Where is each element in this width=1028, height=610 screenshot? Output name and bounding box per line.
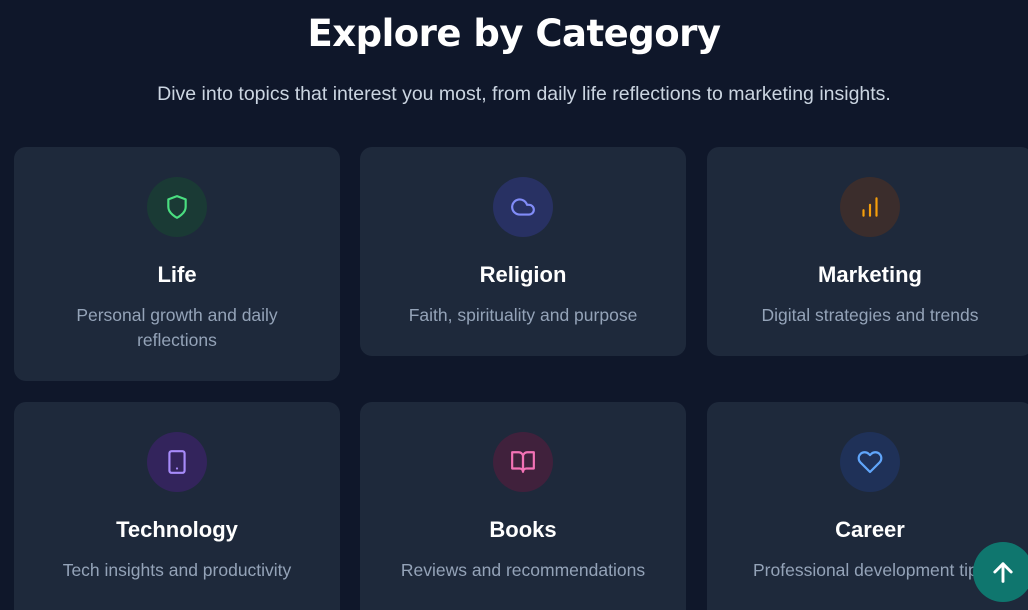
section-subtitle: Dive into topics that interest you most,… [157, 83, 891, 105]
category-section: Explore by Category Dive into topics tha… [0, 0, 1028, 610]
category-title: Marketing [818, 262, 922, 287]
heart-icon [840, 432, 900, 492]
category-description: Digital strategies and trends [761, 305, 979, 325]
category-card-technology[interactable]: Technology Tech insights and productivit… [14, 402, 340, 610]
category-title: Life [157, 262, 197, 287]
category-title: Religion [479, 262, 567, 287]
category-card-marketing[interactable]: Marketing Digital strategies and trends [707, 147, 1028, 356]
category-title: Books [489, 517, 557, 542]
category-card-books[interactable]: Books Reviews and recommendations [360, 402, 686, 610]
category-card-religion[interactable]: Religion Faith, spirituality and purpose [360, 147, 686, 356]
category-title: Career [835, 517, 905, 542]
section-title: Explore by Category [307, 12, 721, 55]
category-card-life[interactable]: Life Personal growth and daily reflectio… [14, 147, 340, 381]
category-description: Reviews and recommendations [400, 560, 646, 580]
bar-chart-icon [840, 177, 900, 237]
category-description: Personal growth and daily reflections [76, 305, 278, 350]
scroll-to-top-button[interactable] [973, 542, 1028, 602]
category-description: Faith, spirituality and purpose [408, 305, 638, 325]
tablet-icon [147, 432, 207, 492]
category-description: Tech insights and productivity [62, 560, 292, 580]
category-description: Professional development tips [753, 560, 987, 580]
arrow-up-icon [993, 562, 1013, 583]
category-title: Technology [116, 517, 238, 542]
book-open-icon [493, 432, 553, 492]
shield-icon [147, 177, 207, 237]
cloud-icon [493, 177, 553, 237]
